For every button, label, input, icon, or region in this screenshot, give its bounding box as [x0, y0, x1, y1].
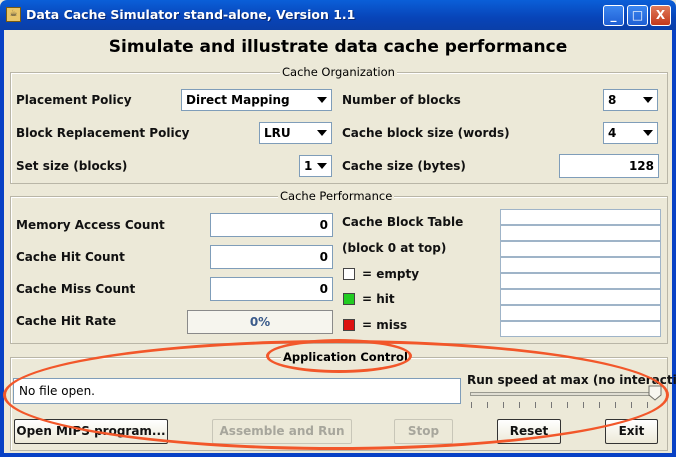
cache-size-field: 128	[559, 154, 659, 178]
cache-size-label: Cache size (bytes)	[342, 159, 466, 173]
block-size-select[interactable]: 4	[603, 122, 658, 144]
chevron-down-icon	[643, 130, 653, 136]
cache-block-cell	[500, 257, 661, 273]
hit-count-label: Cache Hit Count	[16, 250, 125, 264]
miss-count-field: 0	[210, 277, 333, 301]
placement-policy-label: Placement Policy	[16, 93, 132, 107]
cache-organization-title: Cache Organization	[280, 65, 397, 79]
access-count-field: 0	[210, 213, 333, 237]
access-count-label: Memory Access Count	[16, 218, 165, 232]
miss-swatch	[343, 319, 355, 331]
set-size-value: 1	[304, 159, 313, 173]
miss-count-label: Cache Miss Count	[16, 282, 136, 296]
replacement-policy-select[interactable]: LRU	[259, 122, 332, 144]
chevron-down-icon	[317, 130, 327, 136]
chevron-down-icon	[643, 97, 653, 103]
legend-hit-label: = hit	[362, 292, 395, 306]
java-app-icon: ☕	[6, 7, 21, 22]
chevron-down-icon	[317, 97, 327, 103]
block-size-value: 4	[608, 126, 617, 140]
cache-block-cell	[500, 209, 661, 225]
block-table-label: Cache Block Table	[342, 215, 464, 229]
cache-block-cell	[500, 273, 661, 289]
num-blocks-select[interactable]: 8	[603, 89, 658, 111]
set-size-label: Set size (blocks)	[16, 159, 128, 173]
chevron-down-icon	[317, 163, 327, 169]
placement-policy-value: Direct Mapping	[186, 93, 290, 107]
cache-block-cell	[500, 321, 661, 337]
replacement-policy-value: LRU	[264, 126, 291, 140]
legend-miss-label: = miss	[362, 318, 408, 332]
window-title: Data Cache Simulator stand-alone, Versio…	[26, 7, 356, 22]
minimize-button[interactable]: _	[603, 5, 624, 26]
cache-performance-title: Cache Performance	[278, 189, 395, 203]
set-size-select[interactable]: 1	[299, 155, 332, 177]
cache-block-cell	[500, 241, 661, 257]
legend-empty-label: = empty	[362, 267, 420, 281]
empty-swatch	[343, 268, 355, 280]
placement-policy-select[interactable]: Direct Mapping	[181, 89, 332, 111]
hit-rate-progress-bar: 0%	[187, 310, 333, 334]
hit-swatch	[343, 293, 355, 305]
num-blocks-label: Number of blocks	[342, 93, 461, 107]
cache-block-cell	[500, 289, 661, 305]
maximize-button[interactable]: □	[627, 5, 648, 26]
block-table-note: (block 0 at top)	[342, 241, 447, 255]
hit-rate-label: Cache Hit Rate	[16, 314, 117, 328]
block-size-label: Cache block size (words)	[342, 126, 510, 140]
cache-block-cell	[500, 305, 661, 321]
close-button[interactable]: X	[650, 5, 671, 26]
num-blocks-value: 8	[608, 93, 617, 107]
cache-block-cell	[500, 225, 661, 241]
hit-count-field: 0	[210, 245, 333, 269]
annotation-title-ellipse	[266, 339, 412, 373]
main-heading: Simulate and illustrate data cache perfo…	[108, 37, 568, 57]
replacement-policy-label: Block Replacement Policy	[16, 126, 190, 140]
